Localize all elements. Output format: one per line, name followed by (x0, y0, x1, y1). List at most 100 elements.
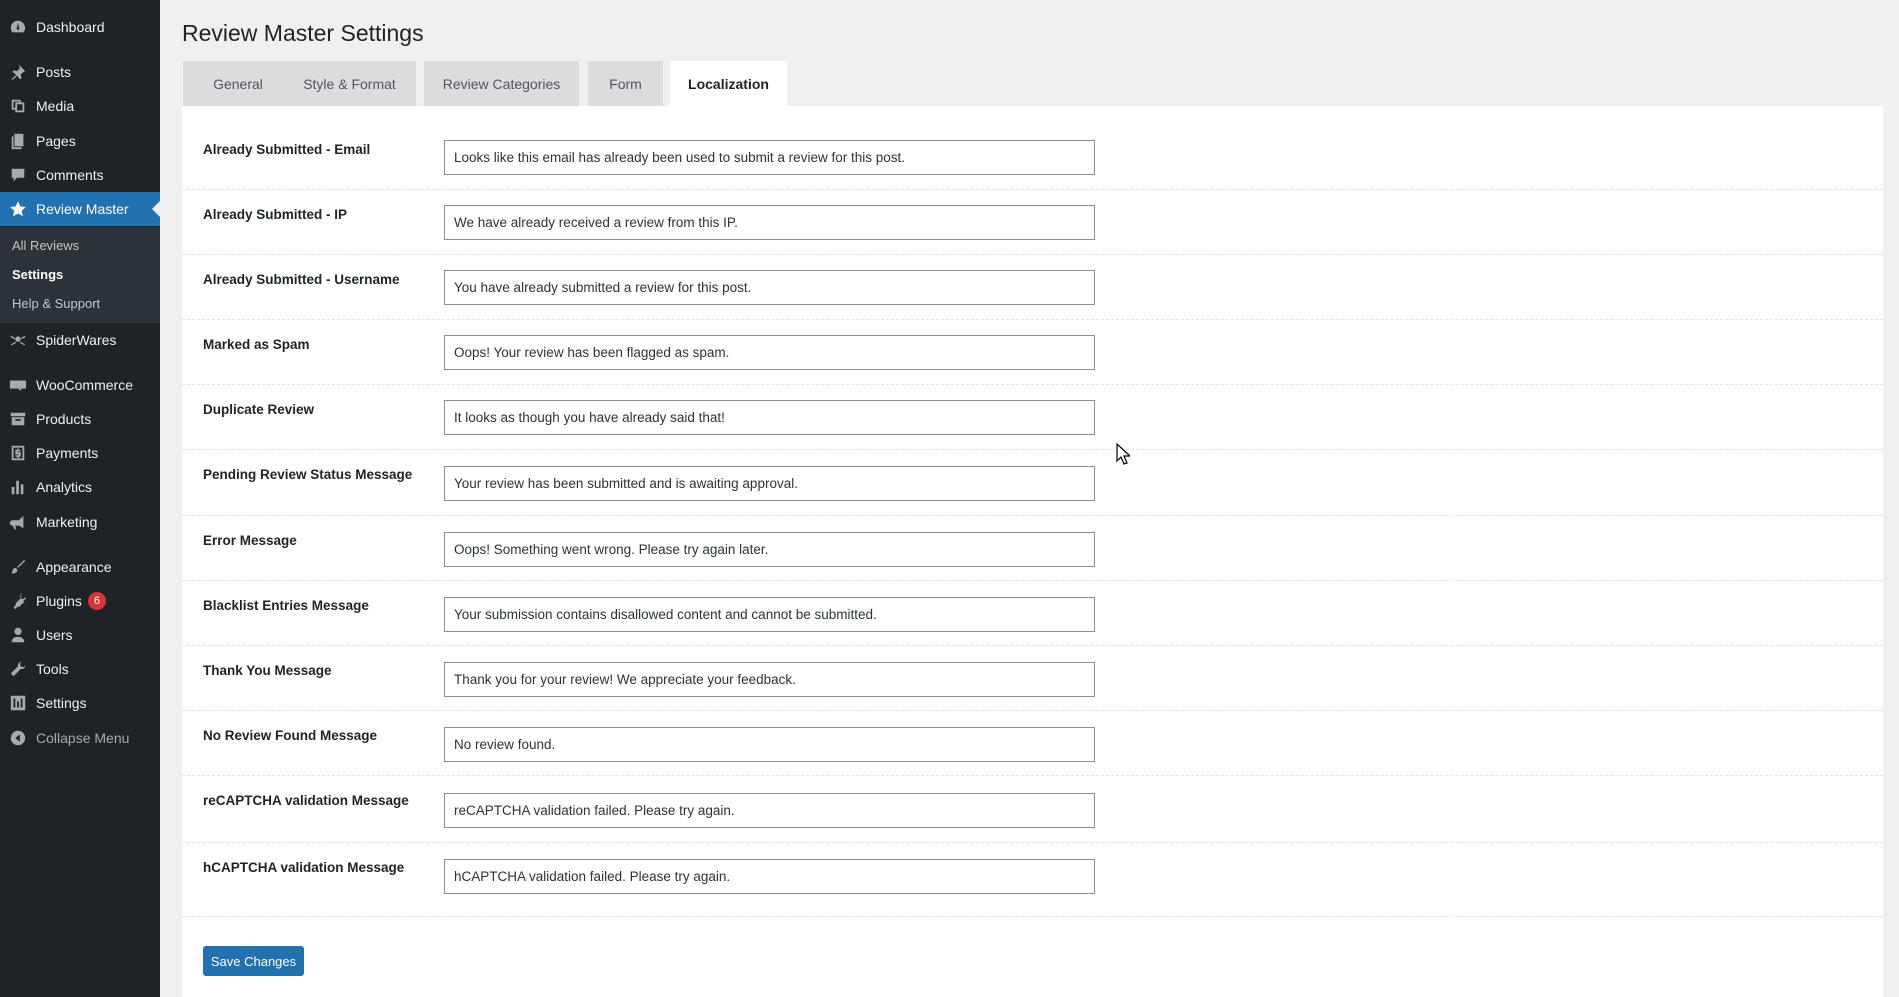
mouse-cursor-icon (1116, 443, 1130, 465)
save-changes-button[interactable]: Save Changes (203, 946, 304, 976)
submenu-item-all-reviews[interactable]: All Reviews (12, 238, 79, 253)
error-message-input[interactable] (444, 532, 1095, 567)
marked-as-spam-input[interactable] (444, 335, 1095, 370)
settings-panel: Already Submitted - Email Already Submit… (182, 106, 1883, 997)
setting-row: Pending Review Status Message (182, 450, 1883, 516)
sidebar-item-label: Payments (36, 445, 99, 461)
comment-icon (0, 158, 36, 192)
sidebar-item-label: Collapse Menu (36, 730, 130, 746)
field-label: Pending Review Status Message (203, 467, 413, 482)
sidebar-item-label: Marketing (36, 514, 98, 530)
dollar-icon (0, 436, 36, 470)
submenu-item-settings[interactable]: Settings (12, 267, 63, 282)
sidebar-item-analytics[interactable]: Analytics (0, 470, 160, 504)
sidebar-item-dashboard[interactable]: Dashboard (0, 10, 160, 44)
no-review-found-input[interactable] (444, 727, 1095, 762)
woo-icon (0, 368, 36, 402)
sidebar-item-woocommerce[interactable]: WooCommerce (0, 368, 160, 402)
sidebar-item-tools[interactable]: Tools (0, 652, 160, 686)
pin-icon (0, 55, 36, 89)
sidebar-item-label: Plugins (36, 593, 82, 609)
page-title: Review Master Settings (182, 20, 424, 46)
setting-row: No Review Found Message (182, 711, 1883, 776)
recaptcha-validation-input[interactable] (444, 793, 1095, 828)
setting-row: Already Submitted - IP (182, 190, 1883, 255)
admin-sidebar: Dashboard Posts Media Pages Comments Rev… (0, 0, 160, 997)
brush-icon (0, 550, 36, 584)
thank-you-message-input[interactable] (444, 662, 1095, 697)
sidebar-item-comments[interactable]: Comments (0, 158, 160, 192)
sidebar-item-users[interactable]: Users (0, 618, 160, 652)
setting-row: Marked as Spam (182, 320, 1883, 385)
sidebar-item-label: WooCommerce (36, 377, 133, 393)
submenu-item-help-support[interactable]: Help & Support (12, 296, 100, 311)
tab-localization[interactable]: Localization (670, 61, 787, 107)
sidebar-item-products[interactable]: Products (0, 402, 160, 436)
wrench-icon (0, 652, 36, 686)
bar-chart-icon (0, 470, 36, 504)
sidebar-item-label: Pages (36, 133, 76, 149)
sidebar-item-pages[interactable]: Pages (0, 124, 160, 158)
blacklist-entries-input[interactable] (444, 597, 1095, 632)
star-icon (0, 192, 36, 226)
field-label: Already Submitted - IP (203, 207, 348, 222)
setting-row: Error Message (182, 516, 1883, 581)
update-count-badge: 6 (87, 592, 106, 610)
user-icon (0, 618, 36, 652)
collapse-menu-button[interactable]: Collapse Menu (0, 721, 160, 755)
review-master-submenu: All Reviews Settings Help & Support (0, 227, 160, 323)
tab-general[interactable]: General (183, 61, 293, 106)
sidebar-item-appearance[interactable]: Appearance (0, 550, 160, 584)
field-label: Already Submitted - Email (203, 142, 371, 157)
tab-review-categories[interactable]: Review Categories (424, 61, 579, 106)
setting-row: hCAPTCHA validation Message (182, 843, 1883, 917)
sidebar-item-posts[interactable]: Posts (0, 55, 160, 89)
sidebar-item-label: Media (36, 98, 75, 114)
tab-form[interactable]: Form (588, 61, 663, 106)
sidebar-item-label: Users (36, 627, 73, 643)
megaphone-icon (0, 505, 36, 539)
tab-style-format[interactable]: Style & Format (283, 61, 416, 106)
sidebar-item-label: Comments (36, 167, 104, 183)
setting-row: Already Submitted - Username (182, 255, 1883, 320)
collapse-icon (0, 721, 36, 755)
sidebar-item-label: Tools (36, 661, 69, 677)
sidebar-item-settings[interactable]: Settings (0, 686, 160, 720)
setting-row: reCAPTCHA validation Message (182, 776, 1883, 843)
sidebar-item-label: Dashboard (36, 19, 105, 35)
field-label: Already Submitted - Username (203, 272, 400, 287)
sidebar-item-marketing[interactable]: Marketing (0, 505, 160, 539)
setting-row: Thank You Message (182, 646, 1883, 711)
sidebar-item-media[interactable]: Media (0, 89, 160, 123)
sidebar-item-review-master[interactable]: Review Master (0, 192, 160, 226)
field-label: Duplicate Review (203, 402, 315, 417)
field-label: Error Message (203, 533, 297, 548)
setting-row: Already Submitted - Email (182, 106, 1883, 190)
field-label: hCAPTCHA validation Message (203, 860, 405, 875)
already-submitted-username-input[interactable] (444, 270, 1095, 305)
spider-icon (0, 323, 36, 357)
duplicate-review-input[interactable] (444, 400, 1095, 435)
sidebar-item-label: Settings (36, 695, 87, 711)
already-submitted-email-input[interactable] (444, 140, 1095, 175)
already-submitted-ip-input[interactable] (444, 205, 1095, 240)
sidebar-item-label: Posts (36, 64, 72, 80)
pending-review-status-input[interactable] (444, 466, 1095, 501)
pages-icon (0, 124, 36, 158)
field-label: Marked as Spam (203, 337, 310, 352)
sliders-icon (0, 686, 36, 720)
field-label: Blacklist Entries Message (203, 598, 369, 613)
field-label: reCAPTCHA validation Message (203, 793, 409, 808)
sidebar-item-label: SpiderWares (36, 332, 117, 348)
hcaptcha-validation-input[interactable] (444, 859, 1095, 894)
setting-row: Blacklist Entries Message (182, 581, 1883, 646)
dashboard-icon (0, 10, 36, 44)
setting-row: Duplicate Review (182, 385, 1883, 450)
sidebar-item-plugins[interactable]: Plugins 6 (0, 584, 160, 618)
sidebar-item-label: Analytics (36, 479, 93, 495)
field-label: Thank You Message (203, 663, 332, 678)
archive-icon (0, 402, 36, 436)
sidebar-item-payments[interactable]: Payments (0, 436, 160, 470)
sidebar-item-label: Appearance (36, 559, 112, 575)
sidebar-item-spiderwares[interactable]: SpiderWares (0, 323, 160, 357)
